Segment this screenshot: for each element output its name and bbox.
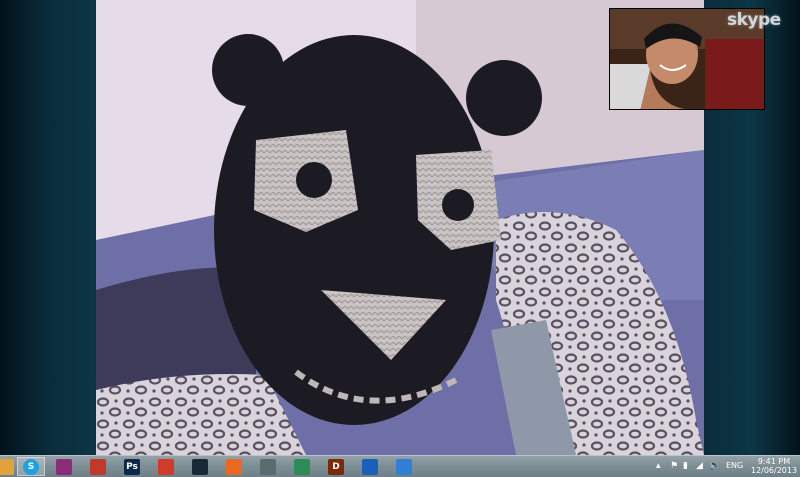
ccleaner-icon xyxy=(158,458,174,475)
taskbar-app-steam[interactable] xyxy=(186,457,214,476)
red-arrow-icon xyxy=(90,458,106,475)
photoshop-icon: Ps xyxy=(124,458,140,475)
taskbar-app-alien[interactable] xyxy=(254,457,282,476)
taskbar-app-diablo[interactable]: D xyxy=(322,457,350,476)
skype-logo: skype xyxy=(727,10,791,36)
winrar-icon xyxy=(56,458,72,475)
network-icon[interactable]: ◢ xyxy=(696,461,705,471)
steam-icon xyxy=(192,458,208,475)
diablo-icon: D xyxy=(328,458,344,475)
taskbar-app-winrar[interactable] xyxy=(50,457,78,476)
skype-call-window: skype xyxy=(0,0,800,455)
firefox-icon xyxy=(226,458,242,475)
taskbar-app-app-red[interactable] xyxy=(84,457,112,476)
taskbar-app-crown-app[interactable] xyxy=(356,457,384,476)
taskbar-clock[interactable]: 9:41 PM 12/06/2013 xyxy=(750,457,798,475)
flag-icon[interactable]: ⚑ xyxy=(670,461,679,471)
volume-icon[interactable]: 🔈 xyxy=(709,461,720,471)
window-icon xyxy=(294,458,310,475)
clock-time: 9:41 PM xyxy=(757,457,791,466)
taskbar-app-firefox[interactable] xyxy=(220,457,248,476)
taskbar-app-window-app[interactable] xyxy=(288,457,316,476)
battery-icon[interactable]: ▮ xyxy=(683,461,692,471)
system-tray: ▴ ⚑ ▮ ◢ 🔈 ENG 9:41 PM 12/06/2013 xyxy=(650,456,800,477)
crown-icon xyxy=(362,458,378,475)
itunes-icon xyxy=(396,458,412,475)
taskbar-app-ccleaner[interactable] xyxy=(152,457,180,476)
clock-date: 12/06/2013 xyxy=(750,466,798,475)
skype-logo-text: skype xyxy=(727,10,781,30)
skype-icon: S xyxy=(23,458,39,475)
taskbar-app-skype[interactable]: S xyxy=(17,457,45,476)
alien-icon xyxy=(260,458,276,475)
taskbar-app-photoshop[interactable]: Ps xyxy=(118,457,146,476)
show-hidden-icons-icon[interactable]: ▴ xyxy=(656,461,665,471)
input-language[interactable]: ENG xyxy=(726,461,743,470)
windows-taskbar: S Ps D ▴ ⚑ ▮ ◢ 🔈 ENG 9:41 PM 12/06/2013 xyxy=(0,455,800,477)
taskbar-app-itunes[interactable] xyxy=(390,457,418,476)
folder-icon xyxy=(0,458,14,475)
